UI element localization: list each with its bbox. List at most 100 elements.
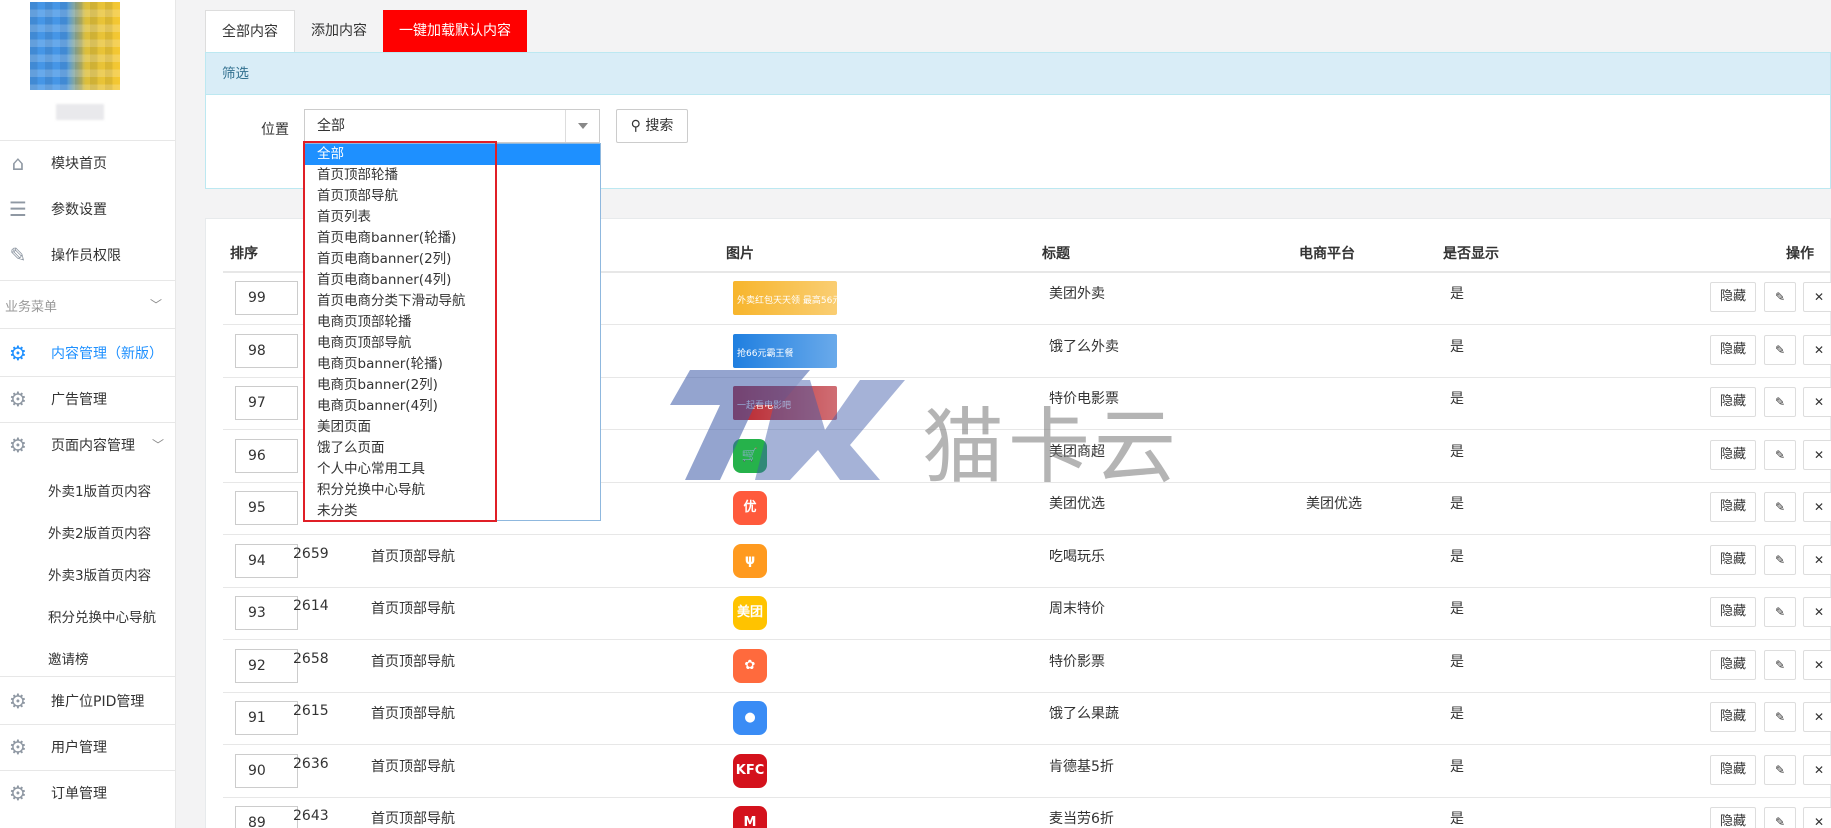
sidebar-item-params[interactable]: ☰ 参数设置 [0,186,176,232]
hide-button[interactable]: 隐藏 [1710,439,1756,470]
tab-all-content[interactable]: 全部内容 [205,10,295,52]
dropdown-option[interactable]: 电商页顶部轮播 [304,312,600,333]
sort-input[interactable]: 94 [235,543,298,578]
hide-button[interactable]: 隐藏 [1710,597,1756,627]
sidebar-item-module-home[interactable]: ⌂ 模块首页 [0,140,176,186]
dropdown-option[interactable]: 首页电商banner(轮播) [304,228,600,249]
edit-icon: ✎ [1774,500,1786,514]
row-title: 饿了么果蔬 [1049,706,1119,722]
edit-button[interactable]: ✎ [1764,439,1796,470]
edit-button[interactable]: ✎ [1764,649,1796,680]
delete-button[interactable]: ✕ [1803,807,1831,828]
edit-button[interactable]: ✎ [1764,754,1796,785]
load-default-button[interactable]: 一键加载默认内容 [383,10,527,52]
row-show: 是 [1450,443,1464,460]
caret-down-icon [565,110,599,142]
dropdown-option[interactable]: 首页电商banner(2列) [304,249,600,270]
sort-input[interactable]: 97 [235,386,298,420]
edit-button[interactable]: ✎ [1764,387,1796,417]
dropdown-option[interactable]: 积分兑换中心导航 [304,480,600,501]
hide-button[interactable]: 隐藏 [1710,492,1756,522]
edit-icon: ✎ [1774,605,1786,619]
dropdown-option[interactable]: 电商页banner(4列) [304,396,600,417]
dropdown-option[interactable]: 全部 [304,144,600,165]
chevron-down-icon[interactable]: ﹀ [152,436,164,453]
edit-icon: ✎ [1774,815,1786,828]
doc-edit-icon: ✎ [9,243,27,267]
hide-button[interactable]: 隐藏 [1710,754,1756,785]
dropdown-option[interactable]: 饿了么页面 [304,438,600,459]
sort-input[interactable]: 96 [235,438,298,473]
sort-input[interactable]: 89 [235,806,298,828]
sort-input[interactable]: 98 [235,333,298,368]
sidebar-item-ad-management[interactable]: ⚙ 广告管理 [0,376,176,422]
sidebar-item-user-management[interactable]: ⚙ 用户管理 [0,724,176,770]
edit-button[interactable]: ✎ [1764,282,1796,312]
dropdown-option[interactable]: 个人中心常用工具 [304,459,600,480]
sidebar-subitem[interactable]: 外卖2版首页内容 [48,522,151,542]
sidebar-item-label: 内容管理（新版） [51,346,163,362]
sidebar-item-page-content[interactable]: ⚙ 页面内容管理 [0,422,176,468]
hide-button[interactable]: 隐藏 [1710,387,1756,417]
list-icon: ☰ [9,197,27,221]
delete-button[interactable]: ✕ [1803,439,1831,470]
edit-button[interactable]: ✎ [1764,334,1796,365]
home-icon: ⌂ [11,151,25,175]
delete-button[interactable]: ✕ [1803,544,1831,575]
dropdown-option[interactable]: 电商页banner(2列) [304,375,600,396]
edit-button[interactable]: ✎ [1764,544,1796,575]
sort-input[interactable]: 91 [235,701,298,735]
dropdown-option[interactable]: 首页列表 [304,207,600,228]
close-icon: ✕ [1813,552,1825,567]
edit-button[interactable]: ✎ [1764,702,1796,732]
sidebar-item-pid-management[interactable]: ⚙ 推广位PID管理 [0,678,176,724]
dropdown-option[interactable]: 首页电商分类下滑动导航 [304,291,600,312]
hide-button[interactable]: 隐藏 [1710,702,1756,732]
app-logo-icon: KFC [735,762,765,778]
delete-button[interactable]: ✕ [1803,754,1831,785]
sidebar-subitem[interactable]: 外卖3版首页内容 [48,564,151,584]
row-show: 是 [1450,811,1464,827]
sidebar-item-label: 用户管理 [51,740,107,756]
hide-button[interactable]: 隐藏 [1710,807,1756,828]
dropdown-option[interactable]: 美团页面 [304,417,600,438]
sidebar-item-content-management[interactable]: ⚙ 内容管理（新版） [0,330,176,376]
sidebar-subitem[interactable]: 积分兑换中心导航 [48,606,156,626]
position-select[interactable]: 全部 [304,109,600,143]
hide-button[interactable]: 隐藏 [1710,544,1756,575]
sidebar-subitem[interactable]: 邀请榜 [48,648,89,668]
edit-button[interactable]: ✎ [1764,807,1796,828]
row-image: 优 [733,491,767,525]
dropdown-option[interactable]: 电商页顶部导航 [304,333,600,354]
edit-button[interactable]: ✎ [1764,492,1796,522]
dropdown-option[interactable]: 首页电商banner(4列) [304,270,600,291]
sort-input[interactable]: 95 [235,491,298,525]
search-button[interactable]: ⚲ 搜索 [616,109,688,143]
delete-button[interactable]: ✕ [1803,282,1831,312]
hide-button[interactable]: 隐藏 [1710,282,1756,312]
dropdown-option[interactable]: 未分类 [304,501,600,522]
chevron-down-icon[interactable]: ﹀ [150,296,162,313]
delete-button[interactable]: ✕ [1803,597,1831,627]
hide-button[interactable]: 隐藏 [1710,334,1756,365]
dropdown-option[interactable]: 电商页banner(轮播) [304,354,600,375]
edit-button[interactable]: ✎ [1764,597,1796,627]
sidebar-subitem[interactable]: 外卖1版首页内容 [48,480,151,500]
dropdown-option[interactable]: 首页顶部轮播 [304,165,600,186]
delete-button[interactable]: ✕ [1803,387,1831,417]
sort-input[interactable]: 93 [235,596,298,630]
hide-button[interactable]: 隐藏 [1710,649,1756,680]
delete-button[interactable]: ✕ [1803,649,1831,680]
dropdown-option[interactable]: 首页顶部导航 [304,186,600,207]
sort-input[interactable]: 90 [235,753,298,788]
sort-input[interactable]: 92 [235,648,298,683]
sidebar-item-order-management[interactable]: ⚙ 订单管理 [0,770,176,816]
tab-add-content[interactable]: 添加内容 [295,10,383,52]
delete-button[interactable]: ✕ [1803,334,1831,365]
delete-button[interactable]: ✕ [1803,492,1831,522]
sidebar-item-operators[interactable]: ✎ 操作员权限 [0,232,176,278]
delete-button[interactable]: ✕ [1803,702,1831,732]
position-dropdown-list: 全部 首页顶部轮播 首页顶部导航 首页列表 首页电商banner(轮播) 首页电商bann… [303,143,601,521]
sort-input[interactable]: 99 [235,281,298,315]
row-image: 美团 [733,596,767,630]
